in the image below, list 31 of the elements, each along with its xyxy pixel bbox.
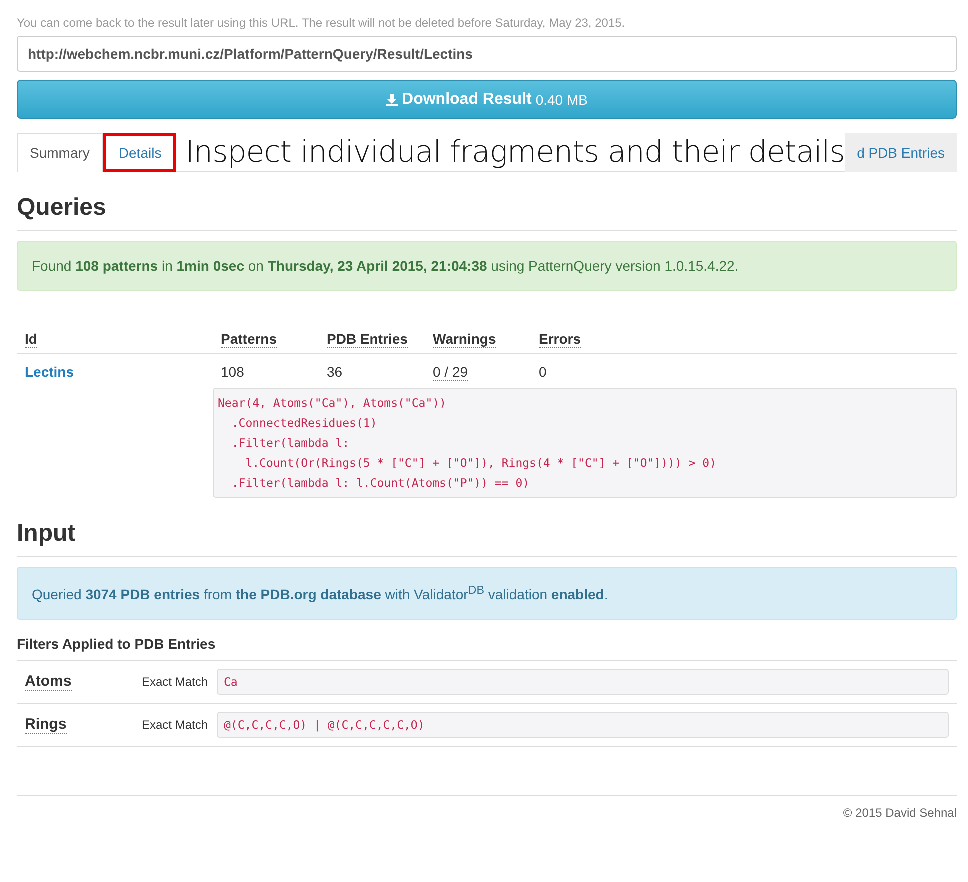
- filter-value: Ca: [217, 668, 949, 695]
- tab[interactable]: Details: [102, 133, 176, 172]
- filter-name: Atoms: [25, 673, 72, 692]
- column-header: Errors: [539, 331, 582, 348]
- table-cell: 108: [221, 364, 244, 380]
- column-header: PDB Entries: [327, 331, 408, 348]
- column-header: Warnings: [433, 331, 496, 348]
- result-alert: Found 108 patterns in 1min 0sec on Thursday, 23 April 2015, 21:04:38 using PatternQuery version 1.0.15.4.22.: [17, 241, 957, 291]
- column-header: Patterns: [221, 331, 278, 348]
- match-label: Exact Match: [142, 674, 210, 689]
- download-button[interactable]: Download Result 0.40 MB: [17, 80, 957, 119]
- query-code: Near(4, Atoms("Ca"), Atoms("Ca")) .ConnectedResidues(1) .Filter(lambda l: l.Count(Or(Rings(5 * ["C"] + ["O"]), Rings(4 * ["C"] + ["O"]))) > 0) .Filter(lambda l: l.Count(Atoms("P")) == 0): [213, 388, 957, 498]
- input-alert: Queried 3074 PDB entries from the PDB.org database with Validator$^{DB}$ validation enabled.: [17, 567, 957, 620]
- section-heading: Input: [17, 520, 957, 557]
- tab[interactable]: d PDB Entries: [845, 133, 957, 172]
- url-field[interactable]: http://webchem.ncbr.muni.cz/Platform/PatternQuery/Result/Lectins: [17, 36, 957, 72]
- table-cell: 36: [327, 364, 343, 380]
- tab[interactable]: Summary: [17, 133, 103, 172]
- annotation-text: Inspect individual fragments and their details: [184, 134, 846, 171]
- url-notice: You can come back to the result later using this URL. The result will not be deleted before Saturday, May 23, 2015.: [17, 16, 626, 30]
- filter-value: @(C,C,C,C,O) | @(C,C,C,C,C,O): [217, 712, 949, 738]
- download-icon: [386, 94, 398, 106]
- column-header: Id: [25, 331, 38, 348]
- filters-title: Filters Applied to PDB Entries: [17, 636, 957, 661]
- section-heading: Queries: [17, 194, 957, 231]
- footer-text: © 2015 David Sehnal: [17, 794, 957, 820]
- warning-count: 0 / 29: [433, 364, 468, 381]
- match-label: Exact Match: [142, 718, 210, 732]
- table-cell: 0: [539, 364, 547, 380]
- query-link[interactable]: Lectins: [25, 364, 74, 380]
- filter-name: Rings: [25, 716, 67, 734]
